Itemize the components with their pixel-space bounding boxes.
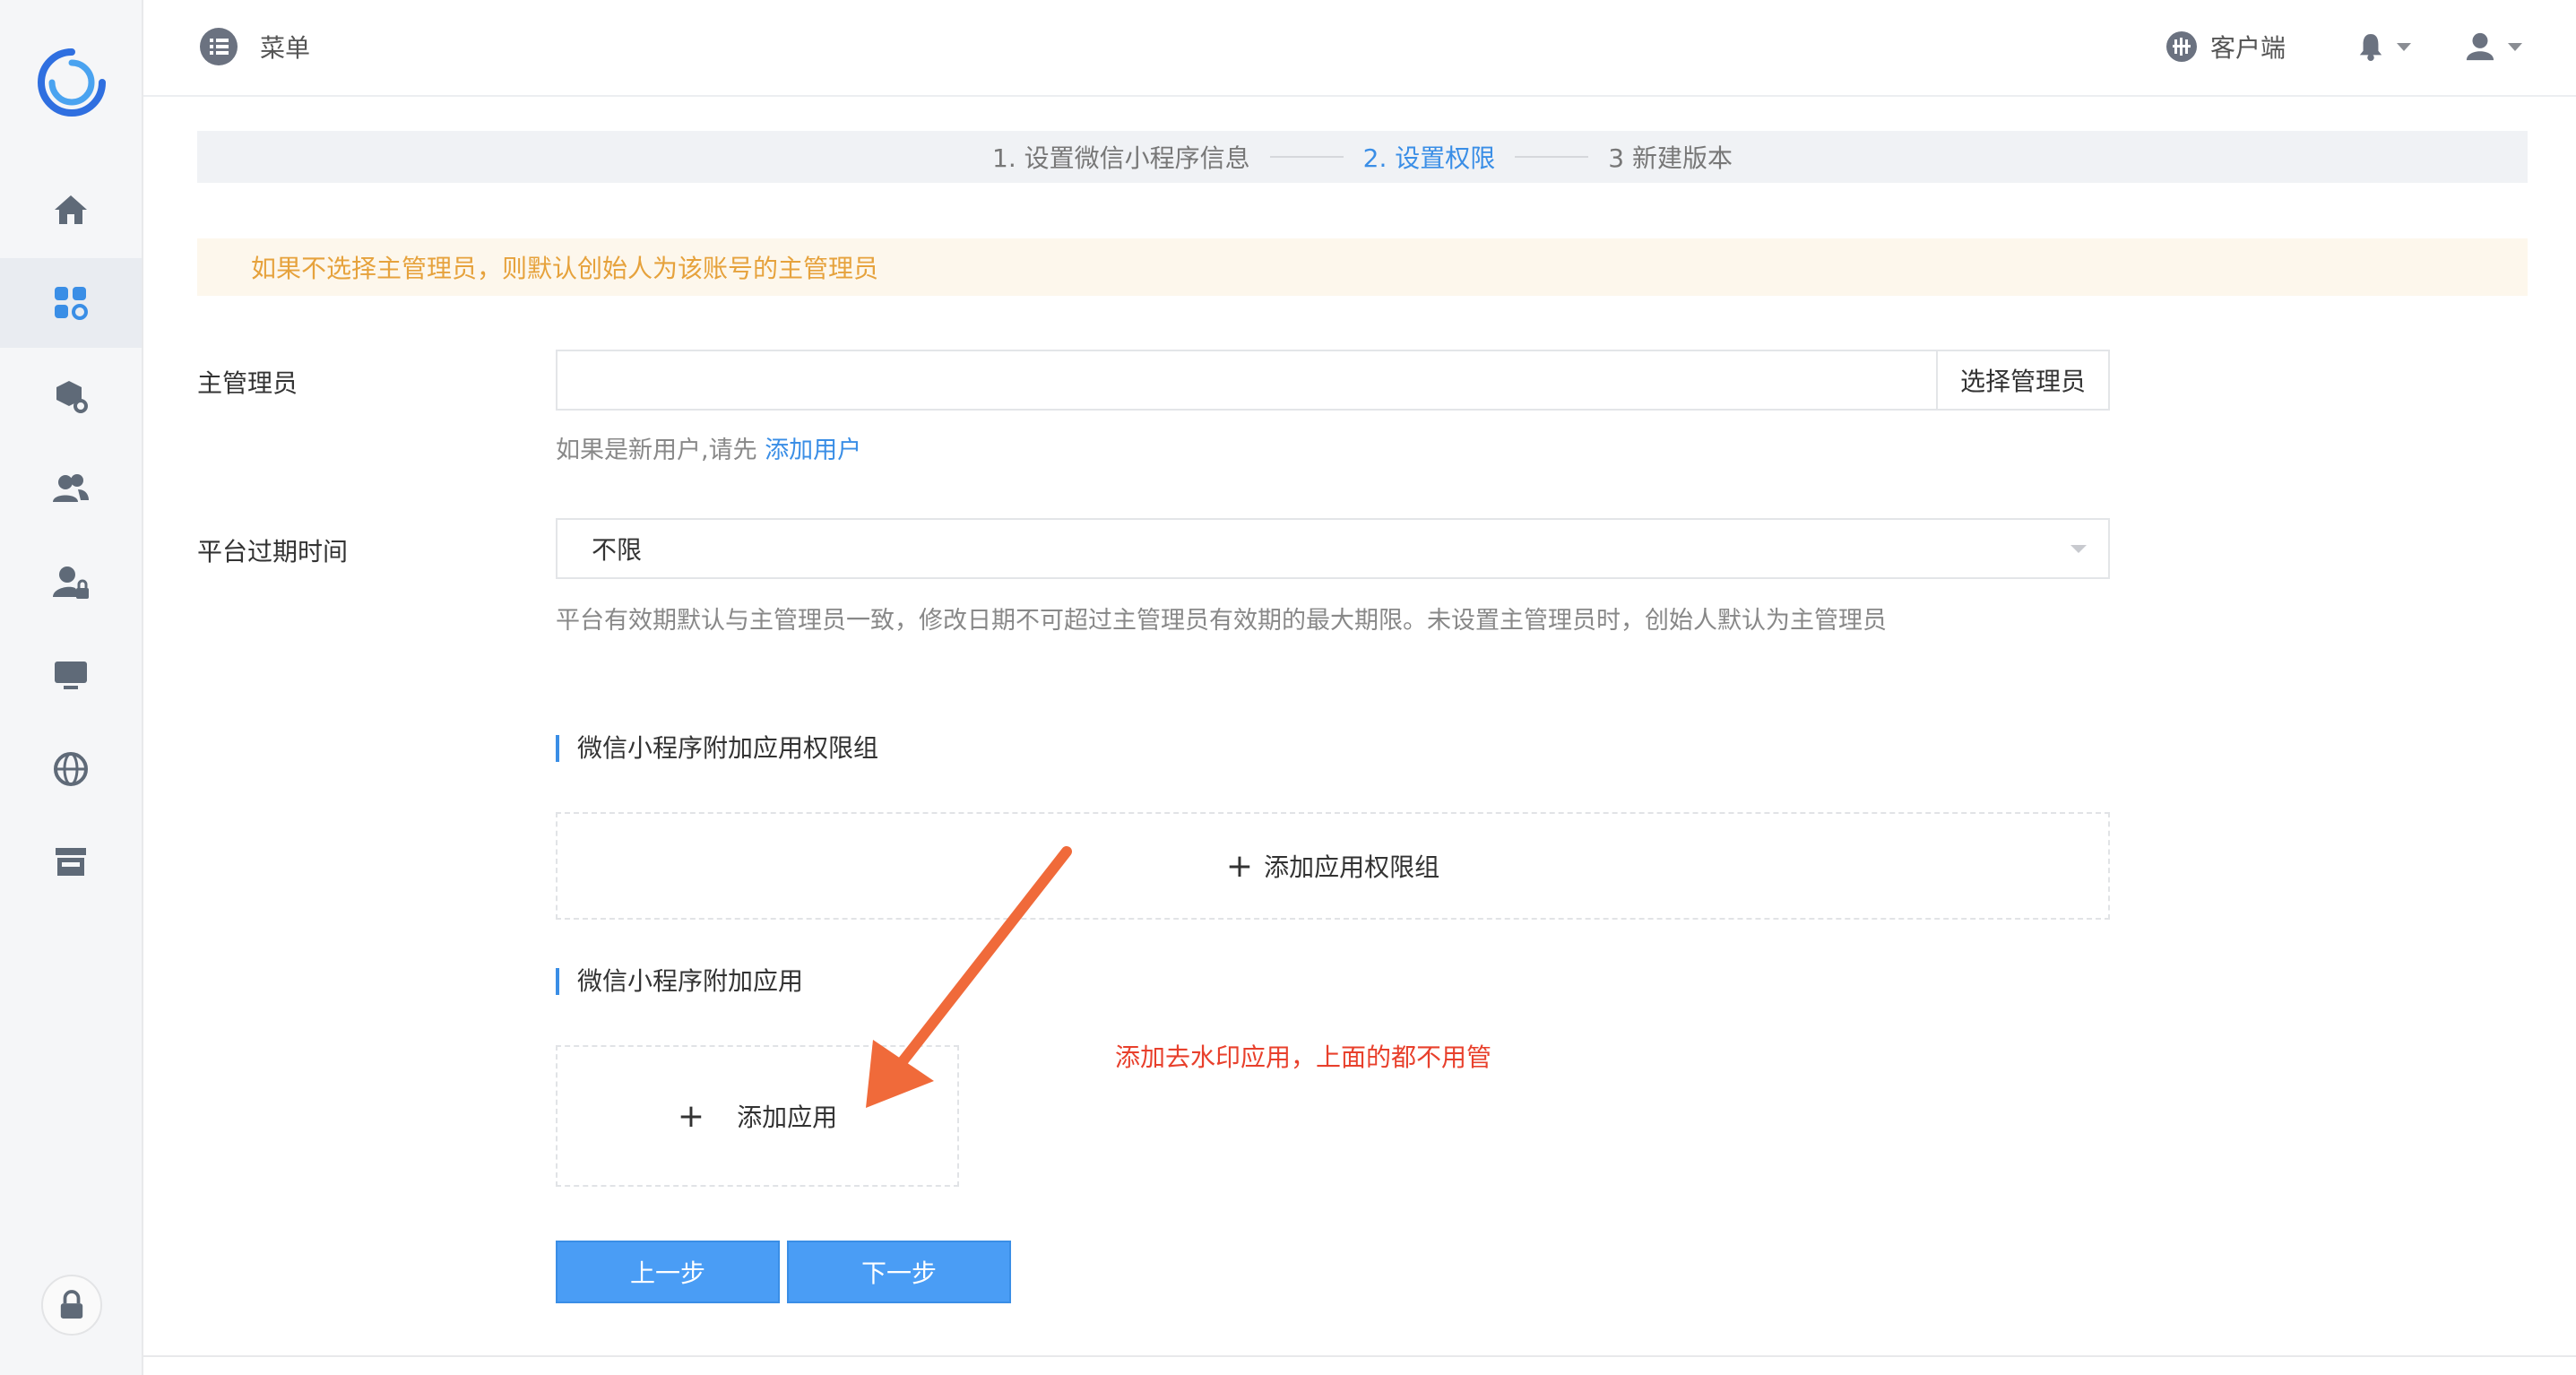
- globe-icon: [54, 752, 88, 786]
- step-1: 1. 设置微信小程序信息: [992, 143, 1250, 173]
- admin-input[interactable]: [558, 351, 1936, 409]
- add-perm-group-label: 添加应用权限组: [1264, 852, 1440, 882]
- step-3: 3 新建版本: [1608, 143, 1733, 173]
- add-user-link[interactable]: 添加用户: [765, 437, 861, 464]
- menu-toggle[interactable]: 菜单: [199, 27, 310, 66]
- annotation-arrow: [866, 846, 1072, 1108]
- sidebar-item-system[interactable]: [0, 631, 142, 721]
- top-header: 菜单 客户端: [143, 0, 2576, 97]
- logo[interactable]: [34, 45, 109, 120]
- list-icon: [200, 28, 238, 65]
- user-menu-button[interactable]: [2465, 27, 2522, 66]
- next-step-button[interactable]: 下一步: [787, 1241, 1011, 1303]
- plus-icon: +: [677, 1097, 705, 1135]
- new-user-hint: 如果是新用户,请先 添加用户: [556, 430, 861, 465]
- monitor-icon: [55, 662, 87, 689]
- sidebar-item-users[interactable]: [0, 445, 142, 534]
- client-label: 客户端: [2210, 33, 2286, 63]
- plus-icon: +: [1225, 847, 1254, 885]
- sidebar-item-modules[interactable]: [0, 351, 142, 441]
- sidebar-item-permissions[interactable]: [0, 538, 142, 627]
- chevron-down-icon: [2070, 545, 2087, 553]
- chevron-down-icon: [2397, 42, 2411, 51]
- apps-settings-icon: [55, 287, 88, 320]
- step-2-active: 2. 设置权限: [1362, 143, 1496, 173]
- annotation-note: 添加去水印应用，上面的都不用管: [1115, 1042, 1492, 1072]
- warning-banner: 如果不选择主管理员，则默认创始人为该账号的主管理员: [197, 238, 2528, 296]
- expire-selected-value: 不限: [592, 535, 643, 565]
- client-link[interactable]: 客户端: [2165, 27, 2286, 66]
- step-divider: [1269, 156, 1344, 158]
- bell-icon: [2359, 33, 2382, 61]
- store-icon: [56, 848, 86, 876]
- admin-label: 主管理员: [197, 368, 298, 398]
- step-divider: [1515, 156, 1589, 158]
- sidebar-item-store[interactable]: [0, 817, 142, 907]
- user-icon: [2466, 32, 2494, 61]
- expire-select[interactable]: 不限: [556, 518, 2110, 579]
- sidebar: [0, 0, 143, 1375]
- menu-label: 菜单: [260, 33, 311, 63]
- prev-step-button[interactable]: 上一步: [556, 1241, 780, 1303]
- chevron-down-icon: [2508, 42, 2522, 51]
- lock-icon: [60, 1290, 83, 1319]
- users-icon: [53, 474, 89, 502]
- sidebar-item-home[interactable]: [0, 165, 142, 255]
- apps-section-title: 微信小程序附加应用: [556, 968, 803, 995]
- admin-input-group: 选择管理员: [556, 350, 2110, 411]
- cube-settings-icon: [56, 381, 88, 413]
- add-perm-group-button[interactable]: + 添加应用权限组: [556, 812, 2110, 920]
- notifications-button[interactable]: [2357, 29, 2411, 65]
- add-app-button[interactable]: + 添加应用: [556, 1045, 959, 1187]
- select-admin-button[interactable]: 选择管理员: [1936, 351, 2108, 409]
- sidebar-item-sites[interactable]: [0, 724, 142, 814]
- sidebar-item-apps[interactable]: [0, 258, 142, 348]
- perm-group-section-title: 微信小程序附加应用权限组: [556, 735, 878, 762]
- client-icon: [2166, 31, 2197, 62]
- step-progress: 1. 设置微信小程序信息 2. 设置权限 3 新建版本: [197, 131, 2528, 183]
- footer-divider: [143, 1355, 2576, 1357]
- new-user-hint-text: 如果是新用户,请先: [556, 437, 757, 464]
- user-lock-icon: [53, 566, 89, 599]
- lock-screen-button[interactable]: [41, 1275, 102, 1336]
- add-app-label: 添加应用: [737, 1103, 838, 1132]
- expire-label: 平台过期时间: [197, 537, 349, 566]
- home-icon: [55, 195, 87, 224]
- expire-hint: 平台有效期默认与主管理员一致，修改日期不可超过主管理员有效期的最大期限。未设置主…: [556, 607, 1887, 635]
